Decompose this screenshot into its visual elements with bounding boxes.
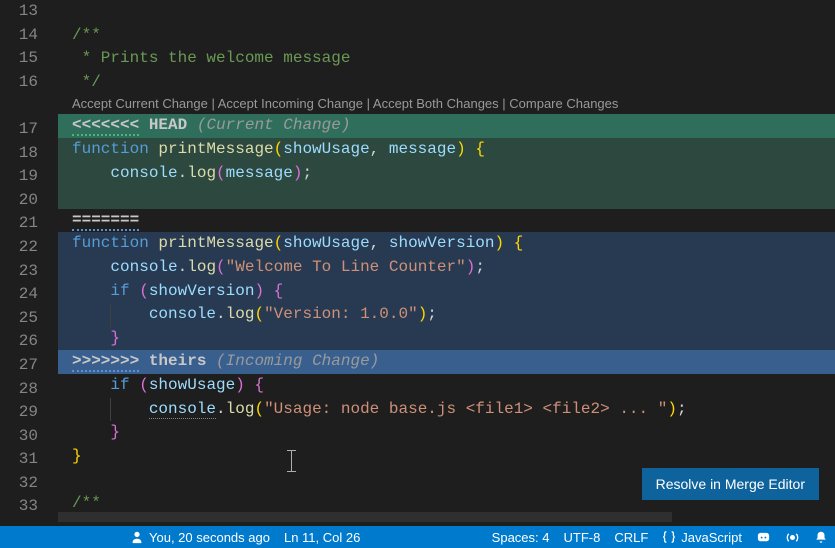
conflict-separator: ======= bbox=[58, 209, 835, 233]
braces-icon bbox=[662, 530, 676, 544]
comment: * Prints the welcome message bbox=[72, 49, 350, 67]
status-cursor-position[interactable]: Ln 11, Col 26 bbox=[277, 526, 367, 548]
resolve-in-merge-editor-button[interactable]: Resolve in Merge Editor bbox=[642, 468, 819, 500]
bell-icon bbox=[814, 530, 828, 544]
comment: /** bbox=[72, 494, 101, 512]
accept-incoming-link[interactable]: Accept Incoming Change bbox=[218, 96, 363, 111]
broadcast-icon bbox=[785, 530, 800, 545]
status-copilot[interactable] bbox=[749, 526, 778, 548]
accept-current-link[interactable]: Accept Current Change bbox=[72, 96, 208, 111]
code-area[interactable]: /** * Prints the welcome message */ Acce… bbox=[58, 0, 835, 526]
horizontal-scrollbar[interactable] bbox=[58, 512, 672, 522]
person-icon bbox=[130, 530, 144, 544]
merge-codelens: Accept Current Change | Accept Incoming … bbox=[58, 94, 835, 114]
status-notifications[interactable] bbox=[807, 526, 835, 548]
line-number-gutter: 13141516 1718192021222324252627282930313… bbox=[0, 0, 58, 526]
status-indentation[interactable]: Spaces: 4 bbox=[485, 526, 557, 548]
status-feedback[interactable] bbox=[778, 526, 807, 548]
compare-changes-link[interactable]: Compare Changes bbox=[509, 96, 618, 111]
comment: /** bbox=[72, 26, 101, 44]
status-blame[interactable]: You, 20 seconds ago bbox=[0, 526, 277, 548]
conflict-head-marker: <<<<<<< HEAD (Current Change) bbox=[58, 114, 835, 138]
status-eol[interactable]: CRLF bbox=[607, 526, 655, 548]
status-language[interactable]: JavaScript bbox=[655, 526, 749, 548]
text-cursor bbox=[291, 450, 292, 472]
status-bar: You, 20 seconds ago Ln 11, Col 26 Spaces… bbox=[0, 526, 835, 548]
accept-both-link[interactable]: Accept Both Changes bbox=[373, 96, 499, 111]
status-encoding[interactable]: UTF-8 bbox=[557, 526, 608, 548]
conflict-theirs-marker: >>>>>>> theirs (Incoming Change) bbox=[58, 350, 835, 374]
code-editor[interactable]: 13141516 1718192021222324252627282930313… bbox=[0, 0, 835, 526]
copilot-icon bbox=[756, 530, 771, 545]
comment: */ bbox=[72, 73, 101, 91]
